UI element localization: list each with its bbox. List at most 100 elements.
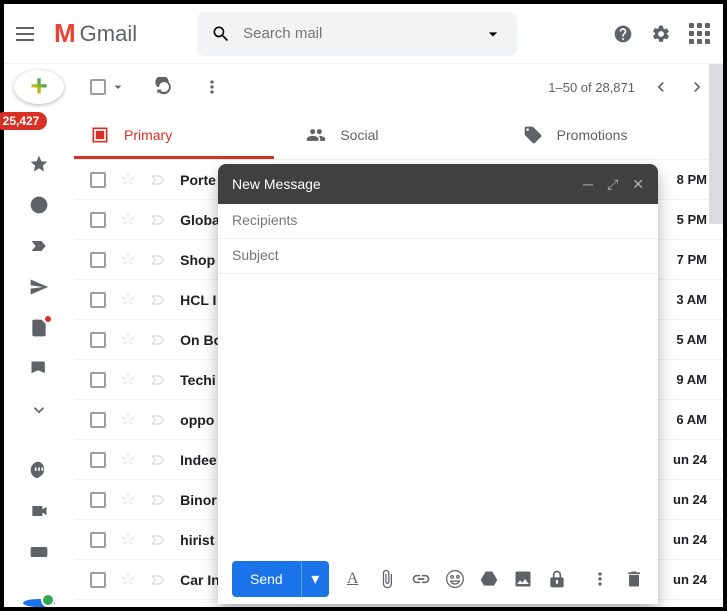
help-icon[interactable] [611,22,635,46]
important-marker-icon[interactable] [150,252,166,268]
select-all-checkbox[interactable] [90,79,106,95]
apps-icon[interactable] [687,22,711,46]
inbox-count-badge[interactable]: 25,427 [0,112,47,130]
select-dropdown-icon[interactable] [110,77,126,97]
compose-window: New Message ─ ⤢ ✕ Send ▾ A [218,164,658,604]
mail-checkbox[interactable] [90,332,106,348]
minimize-icon[interactable]: ─ [583,176,593,193]
compose-body[interactable] [218,274,658,554]
scrollbar[interactable] [709,64,723,224]
main-menu-icon[interactable] [16,22,40,46]
tab-social[interactable]: Social [290,110,506,159]
send-button[interactable]: Send [232,561,301,597]
close-icon[interactable]: ✕ [632,176,644,193]
mail-checkbox[interactable] [90,212,106,228]
star-icon[interactable]: ☆ [120,209,136,230]
tab-primary[interactable]: Primary [74,110,290,159]
compose-footer: Send ▾ A [218,554,658,604]
compose-header[interactable]: New Message ─ ⤢ ✕ [218,164,658,204]
drive-icon[interactable] [479,569,499,589]
more-options-icon[interactable] [590,569,610,589]
emoji-icon[interactable] [445,569,465,589]
star-icon[interactable]: ☆ [120,289,136,310]
keyboard-icon[interactable] [29,542,49,567]
mail-time: 5 PM [677,212,707,227]
settings-icon[interactable] [649,22,673,46]
more-icon[interactable] [202,77,222,97]
important-icon[interactable] [29,236,49,261]
important-marker-icon[interactable] [150,372,166,388]
important-marker-icon[interactable] [150,452,166,468]
star-icon[interactable]: ☆ [120,249,136,270]
video-icon[interactable] [29,501,49,526]
starred-icon[interactable] [29,154,49,179]
toolbar: 1–50 of 28,871 [74,64,723,110]
hangouts-icon[interactable] [29,460,49,485]
mail-checkbox[interactable] [90,412,106,428]
subject-input[interactable] [232,247,644,263]
star-icon[interactable]: ☆ [120,369,136,390]
gmail-m-icon: M [54,18,76,49]
star-icon[interactable]: ☆ [120,529,136,550]
mail-checkbox[interactable] [90,172,106,188]
star-icon[interactable]: ☆ [120,169,136,190]
important-marker-icon[interactable] [150,172,166,188]
mail-checkbox[interactable] [90,292,106,308]
confidential-icon[interactable] [547,569,567,589]
important-marker-icon[interactable] [150,492,166,508]
formatting-icon[interactable]: A [343,569,363,589]
important-marker-icon[interactable] [150,292,166,308]
mail-time: un 24 [673,532,707,547]
search-options-icon[interactable] [483,24,503,44]
star-icon[interactable]: ☆ [120,569,136,590]
next-page-icon[interactable] [687,77,707,97]
mail-time: 7 PM [677,252,707,267]
search-bar[interactable] [197,12,517,56]
attach-icon[interactable] [377,569,397,589]
important-marker-icon[interactable] [150,532,166,548]
important-marker-icon[interactable] [150,412,166,428]
mail-checkbox[interactable] [90,372,106,388]
plus-icon: + [30,70,48,104]
important-marker-icon[interactable] [150,212,166,228]
fullscreen-icon[interactable]: ⤢ [607,176,618,193]
search-icon [211,24,231,44]
mail-checkbox[interactable] [90,532,106,548]
compose-button[interactable]: + [14,70,64,104]
star-icon[interactable]: ☆ [120,449,136,470]
star-icon[interactable]: ☆ [120,409,136,430]
expand-icon[interactable] [29,400,49,425]
important-marker-icon[interactable] [150,572,166,588]
send-options-icon[interactable]: ▾ [301,561,329,597]
tab-promotions[interactable]: Promotions [507,110,723,159]
refresh-icon[interactable] [154,77,174,97]
star-icon[interactable]: ☆ [120,489,136,510]
category-icon[interactable] [29,359,49,384]
mail-checkbox[interactable] [90,492,106,508]
photo-icon[interactable] [513,569,533,589]
snoozed-icon[interactable] [29,195,49,220]
mail-time: un 24 [673,572,707,587]
search-input[interactable] [243,25,471,42]
mail-time: 9 AM [676,372,707,387]
recipients-input[interactable] [232,212,644,228]
mail-time: 3 AM [676,292,707,307]
account-avatar[interactable] [23,599,55,607]
sent-icon[interactable] [29,277,49,302]
mail-time: 5 AM [676,332,707,347]
header: M Gmail [4,4,723,64]
mail-time: 6 AM [676,412,707,427]
mail-checkbox[interactable] [90,572,106,588]
discard-icon[interactable] [624,569,644,589]
mail-checkbox[interactable] [90,252,106,268]
link-icon[interactable] [411,569,431,589]
mail-checkbox[interactable] [90,452,106,468]
mail-time: un 24 [673,492,707,507]
star-icon[interactable]: ☆ [120,329,136,350]
promotions-icon [523,125,543,145]
prev-page-icon[interactable] [651,77,671,97]
drafts-icon[interactable] [29,318,49,343]
tab-label: Promotions [557,127,628,143]
gmail-logo[interactable]: M Gmail [54,18,137,49]
important-marker-icon[interactable] [150,332,166,348]
